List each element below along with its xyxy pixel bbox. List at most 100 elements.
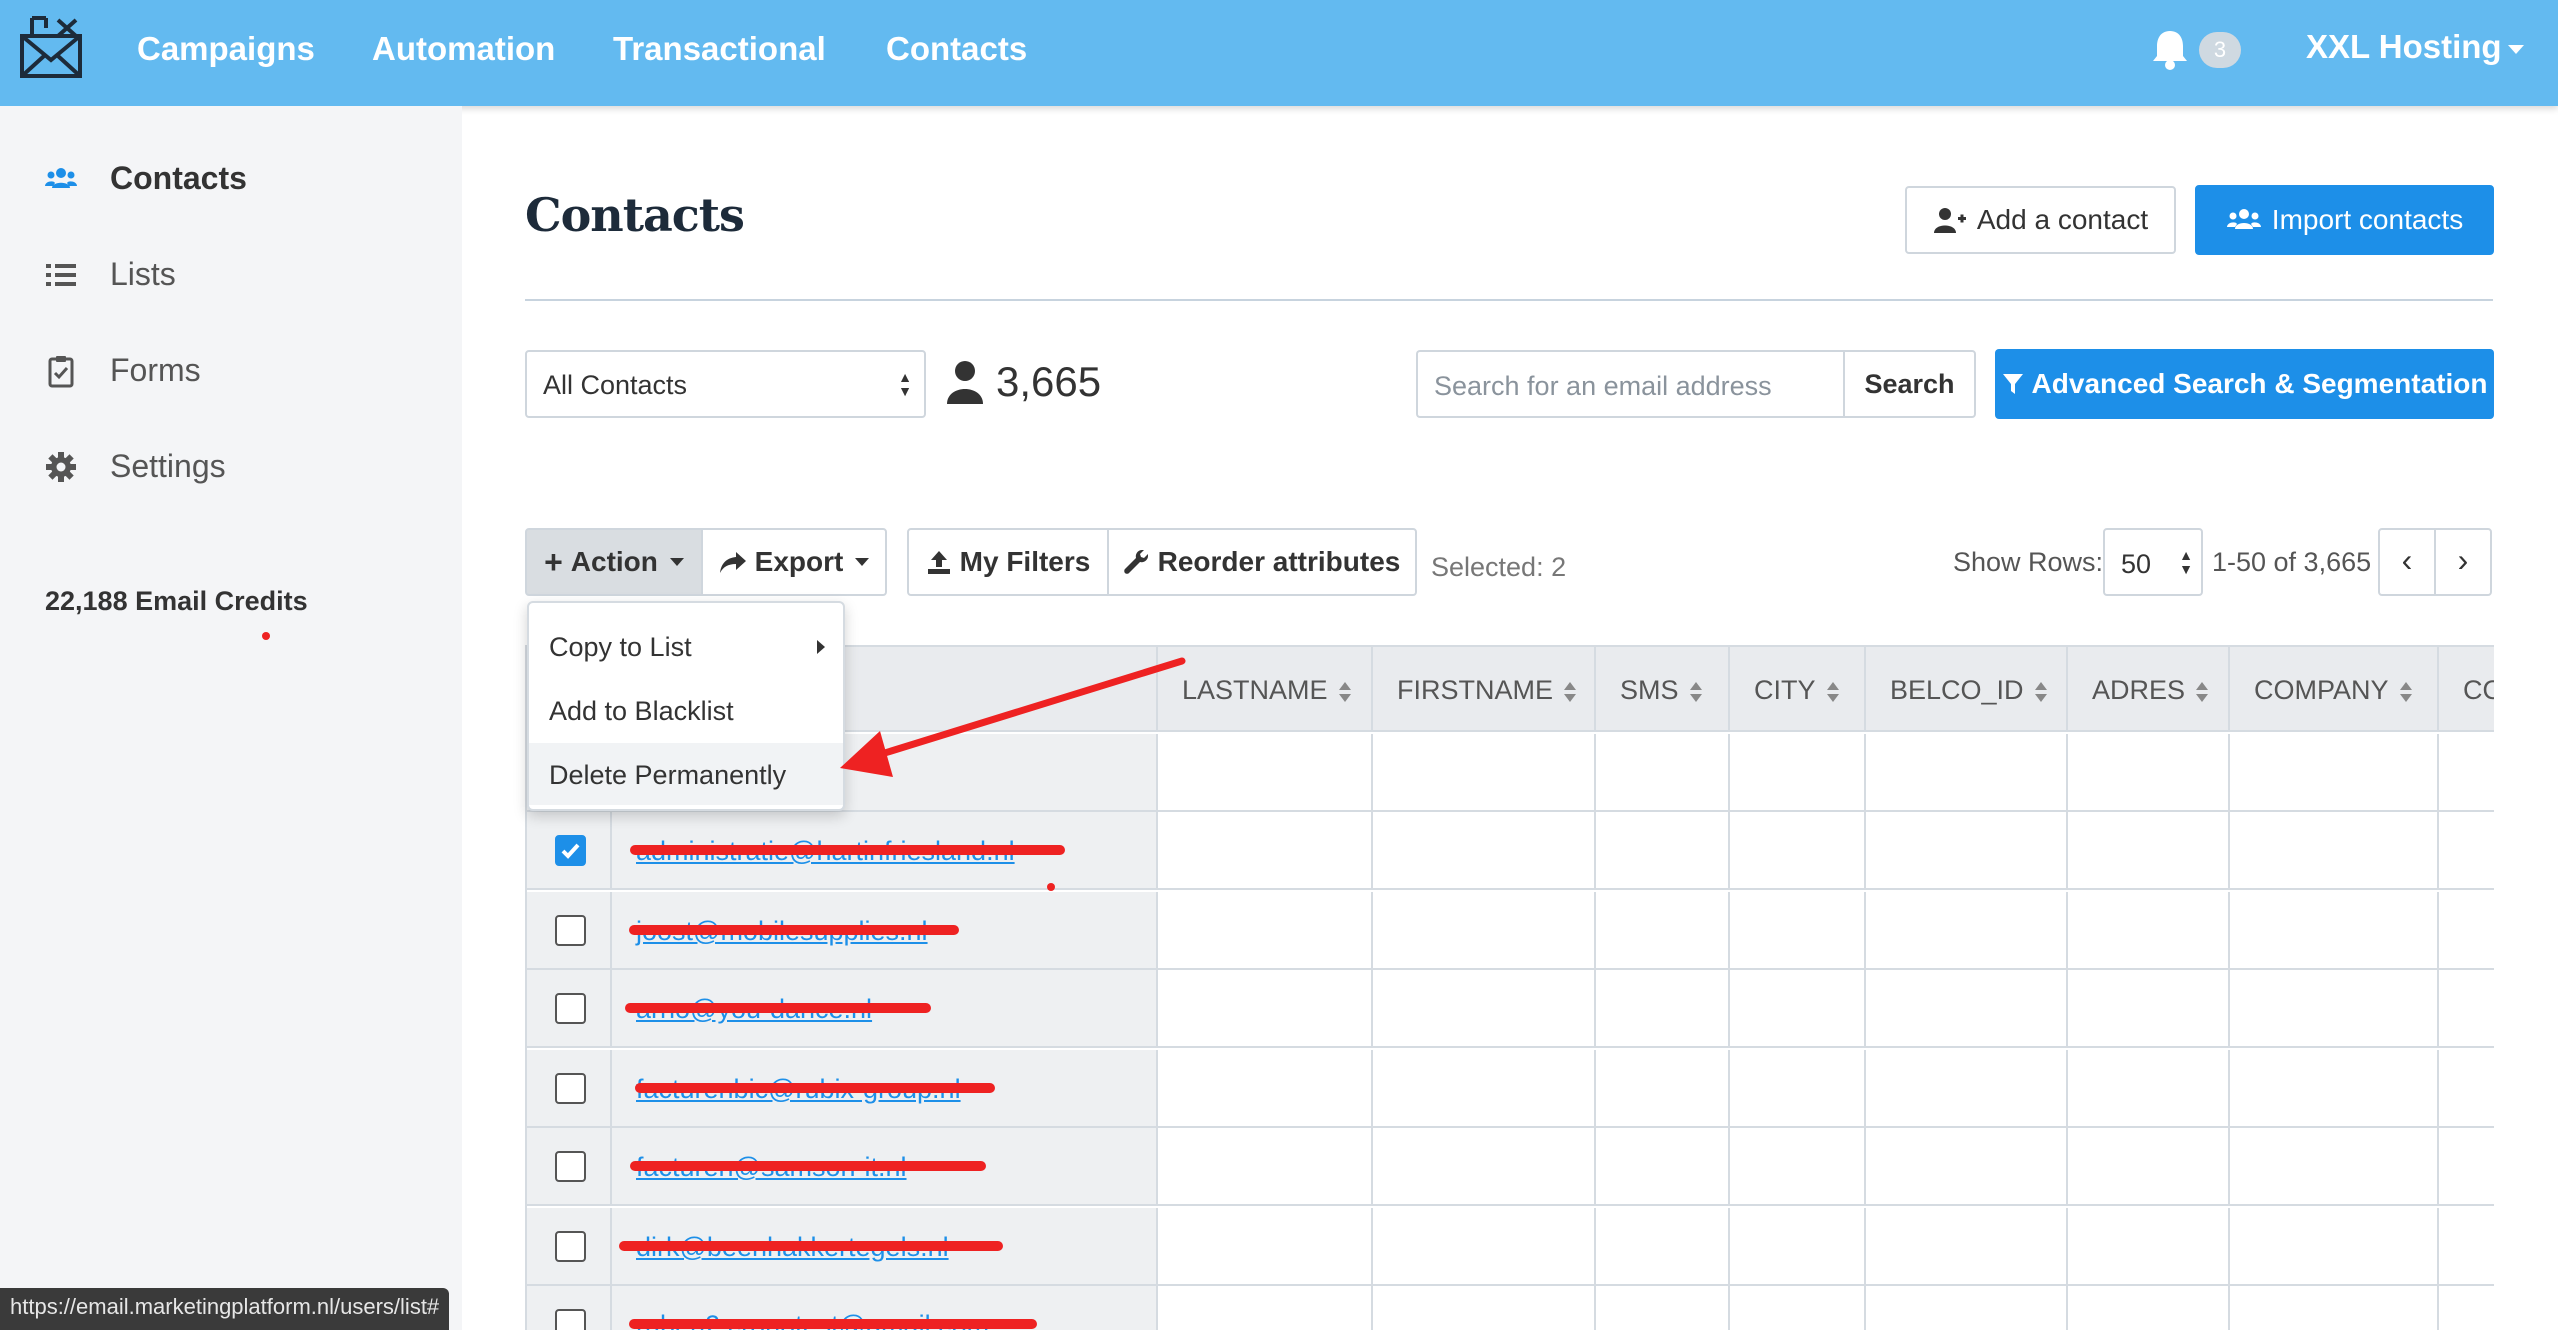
column-header-label: BELCO_ID bbox=[1890, 675, 2024, 705]
sort-icon[interactable] bbox=[2024, 675, 2048, 705]
table-cell bbox=[1866, 1128, 2068, 1206]
nav-transactional[interactable]: Transactional bbox=[613, 30, 826, 68]
search-input[interactable]: Search for an email address bbox=[1416, 350, 1843, 418]
table-cell bbox=[1373, 1128, 1596, 1206]
page-title: Contacts bbox=[525, 188, 745, 242]
chevron-right-icon bbox=[817, 640, 825, 654]
sidebar: Contacts Lists Forms Settings 22,188 Ema… bbox=[0, 106, 462, 1330]
column-header[interactable]: SMS bbox=[1596, 647, 1730, 732]
column-header[interactable]: CITY bbox=[1730, 647, 1866, 732]
sort-icon[interactable] bbox=[1553, 675, 1577, 705]
column-header[interactable]: LASTNAME bbox=[1158, 647, 1373, 732]
menu-item-copy-to-list[interactable]: Copy to List bbox=[529, 615, 843, 677]
clipboard-icon bbox=[48, 356, 74, 388]
nav-campaigns[interactable]: Campaigns bbox=[137, 30, 315, 68]
table-cell bbox=[1373, 970, 1596, 1048]
table-cell bbox=[2439, 1128, 2494, 1206]
column-header[interactable]: BELCO_ID bbox=[1866, 647, 2068, 732]
next-page-button[interactable]: › bbox=[2434, 528, 2492, 596]
table-cell bbox=[1730, 892, 1866, 970]
action-label: Action bbox=[570, 546, 658, 577]
nav-automation[interactable]: Automation bbox=[372, 30, 555, 68]
table-cell bbox=[1866, 1286, 2068, 1330]
sidebar-item-lists[interactable]: Lists bbox=[40, 250, 440, 300]
caret-down-icon bbox=[855, 558, 870, 566]
sort-icon[interactable] bbox=[1816, 675, 1840, 705]
export-button[interactable]: Export bbox=[701, 528, 887, 596]
sort-icon[interactable] bbox=[1679, 675, 1703, 705]
reorder-attributes-button[interactable]: Reorder attributes bbox=[1107, 528, 1417, 596]
add-contact-button[interactable]: Add a contact bbox=[1905, 186, 2176, 254]
table-cell bbox=[1158, 1128, 1373, 1206]
table-cell bbox=[2439, 892, 2494, 970]
table-cell bbox=[1158, 1208, 1373, 1286]
rows-per-page-value: 50 bbox=[2121, 549, 2152, 579]
table-cell bbox=[2068, 1208, 2230, 1286]
table-cell bbox=[1158, 734, 1373, 812]
row-checkbox[interactable] bbox=[555, 835, 586, 866]
table-cell bbox=[1373, 1208, 1596, 1286]
column-header[interactable]: ADRES bbox=[2068, 647, 2230, 732]
table-cell bbox=[2439, 1050, 2494, 1128]
chevron-down-icon[interactable] bbox=[2508, 45, 2524, 54]
prev-page-button[interactable]: ‹ bbox=[2378, 528, 2436, 596]
table-cell bbox=[527, 892, 612, 970]
row-checkbox[interactable] bbox=[555, 1073, 586, 1104]
menu-item-label: Copy to List bbox=[549, 632, 692, 662]
table-cell bbox=[1596, 1286, 1730, 1330]
menu-item-delete-permanently[interactable]: Delete Permanently bbox=[529, 743, 843, 805]
table-cell bbox=[2230, 1286, 2439, 1330]
action-button[interactable]: + Action bbox=[525, 528, 703, 596]
table-cell bbox=[1373, 812, 1596, 890]
table-cell bbox=[1730, 1050, 1866, 1128]
table-cell bbox=[527, 1050, 612, 1128]
row-checkbox[interactable] bbox=[555, 1151, 586, 1182]
sidebar-item-settings[interactable]: Settings bbox=[40, 442, 440, 492]
redaction-strike bbox=[630, 1161, 986, 1171]
sort-icon[interactable] bbox=[2185, 675, 2209, 705]
row-checkbox[interactable] bbox=[555, 1231, 586, 1262]
table-cell bbox=[1158, 812, 1373, 890]
redaction-strike bbox=[629, 1319, 1037, 1329]
table-cell bbox=[2068, 1128, 2230, 1206]
row-checkbox[interactable] bbox=[555, 915, 586, 946]
nav-contacts[interactable]: Contacts bbox=[886, 30, 1027, 68]
sidebar-item-forms[interactable]: Forms bbox=[40, 346, 440, 396]
bell-icon[interactable] bbox=[2150, 28, 2190, 70]
filter-icon bbox=[2002, 374, 2023, 394]
redaction-strike bbox=[630, 845, 1065, 855]
menu-item-label: Add to Blacklist bbox=[549, 696, 734, 726]
redaction-strike bbox=[619, 1241, 1003, 1251]
table-cell bbox=[1596, 1050, 1730, 1128]
users-icon bbox=[45, 168, 77, 188]
column-header[interactable]: CO bbox=[2439, 647, 2494, 732]
menu-item-add-to-blacklist[interactable]: Add to Blacklist bbox=[529, 679, 843, 741]
logo-envelope-icon[interactable] bbox=[18, 14, 86, 80]
add-contact-label: Add a contact bbox=[1976, 204, 2149, 235]
account-menu[interactable]: XXL Hosting bbox=[2306, 28, 2502, 66]
row-checkbox[interactable] bbox=[555, 993, 586, 1024]
advanced-search-button[interactable]: Advanced Search & Segmentation bbox=[1995, 349, 2494, 419]
table-cell bbox=[1158, 970, 1373, 1048]
row-checkbox[interactable] bbox=[555, 1309, 586, 1330]
column-header[interactable]: FIRSTNAME bbox=[1373, 647, 1596, 732]
list-select[interactable]: All Contacts ▲ ▼ bbox=[525, 350, 926, 418]
table-cell bbox=[527, 1208, 612, 1286]
sort-icon[interactable] bbox=[2389, 675, 2413, 705]
table-cell bbox=[1158, 1286, 1373, 1330]
column-header-label: COMPANY bbox=[2254, 675, 2389, 705]
column-header[interactable]: COMPANY bbox=[2230, 647, 2439, 732]
rows-per-page-select[interactable]: 50 ▲ ▼ bbox=[2103, 528, 2203, 596]
table-cell: facturenbic@rubix-group.nl bbox=[612, 1050, 1158, 1128]
import-contacts-button[interactable]: Import contacts bbox=[2195, 185, 2494, 255]
table-cell bbox=[2439, 1286, 2494, 1330]
sort-icon[interactable] bbox=[1328, 675, 1352, 705]
search-button[interactable]: Search bbox=[1843, 350, 1976, 418]
table-cell bbox=[1596, 734, 1730, 812]
my-filters-button[interactable]: My Filters bbox=[907, 528, 1109, 596]
table-cell bbox=[1866, 970, 2068, 1048]
notification-badge[interactable]: 3 bbox=[2199, 32, 2241, 68]
sidebar-item-contacts[interactable]: Contacts bbox=[40, 154, 440, 204]
table-cell bbox=[1866, 1050, 2068, 1128]
table-cell bbox=[1596, 1208, 1730, 1286]
